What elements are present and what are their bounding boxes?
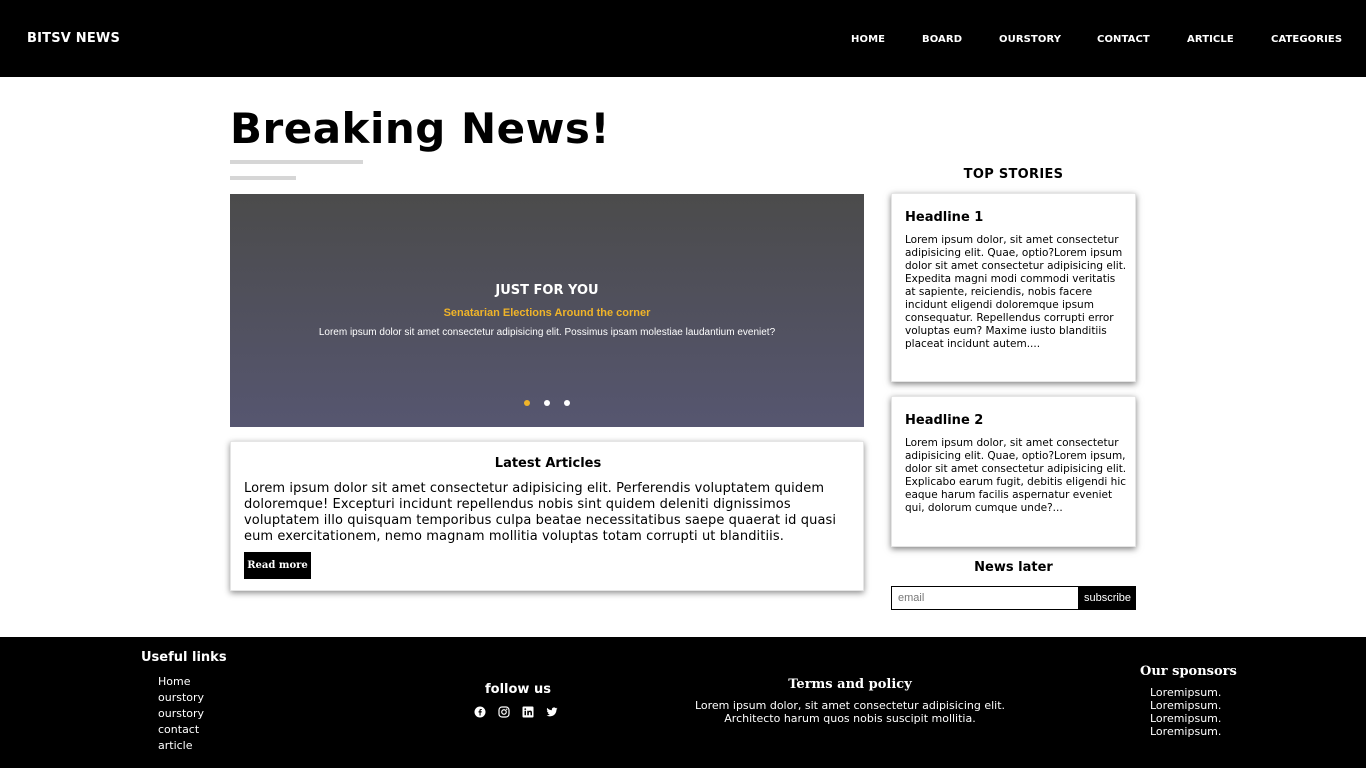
footer-link-ourstory-2[interactable]: ourstory: [158, 707, 204, 720]
carousel-text: Lorem ipsum dolor sit amet consectetur a…: [318, 327, 776, 338]
carousel-indicator-1[interactable]: [524, 400, 530, 406]
sponsor-item: Loremipsum.: [1150, 725, 1222, 738]
carousel-heading: JUST FOR YOU: [495, 283, 599, 298]
latest-articles-title: Latest Articles: [494, 456, 602, 471]
top-stories-title: TOP STORIES: [963, 167, 1064, 182]
sponsor-item: Loremipsum.: [1150, 699, 1222, 712]
useful-links-title: Useful links: [141, 650, 227, 665]
newsletter-title: News later: [974, 560, 1053, 575]
page-title: Breaking News!: [230, 104, 611, 153]
story-card[interactable]: Headline 1 Lorem ipsum dolor, sit amet c…: [891, 193, 1136, 382]
nav-link-home[interactable]: HOME: [851, 34, 885, 45]
nav-link-ourstory[interactable]: OURSTORY: [999, 34, 1061, 45]
linkedin-icon[interactable]: [522, 706, 534, 718]
title-underline-short: [230, 176, 296, 180]
footer-link-home[interactable]: Home: [158, 675, 190, 688]
carousel-subheading: Senatarian Elections Around the corner: [443, 307, 651, 319]
email-field[interactable]: [891, 586, 1079, 610]
sponsors-title: Our sponsors: [1140, 664, 1237, 679]
useful-links-list: Home ourstory ourstory contact article: [158, 674, 204, 754]
twitter-icon[interactable]: [546, 706, 558, 718]
instagram-icon[interactable]: [498, 706, 510, 718]
latest-articles-card: Latest Articles Lorem ipsum dolor sit am…: [230, 441, 864, 591]
nav-link-categories[interactable]: CATEGORIES: [1271, 34, 1342, 45]
facebook-icon[interactable]: [474, 706, 486, 718]
title-underline: [230, 160, 363, 164]
subscribe-button[interactable]: subscribe: [1079, 586, 1136, 610]
nav-link-contact[interactable]: CONTACT: [1097, 34, 1150, 45]
navbar: BITSV NEWS HOME BOARD OURSTORY CONTACT A…: [0, 0, 1366, 77]
footer: Useful links Home ourstory ourstory cont…: [0, 637, 1366, 768]
brand-logo[interactable]: BITSV NEWS: [27, 31, 120, 46]
story-text: Lorem ipsum dolor, sit amet consectetur …: [905, 234, 1127, 350]
nav-link-article[interactable]: ARTICLE: [1187, 34, 1234, 45]
terms-text: Lorem ipsum dolor, sit amet consectetur …: [694, 699, 1006, 725]
story-card[interactable]: Headline 2 Lorem ipsum dolor, sit amet c…: [891, 396, 1136, 547]
sponsors-list: Loremipsum. Loremipsum. Loremipsum. Lore…: [1150, 686, 1221, 738]
footer-link-article[interactable]: article: [158, 739, 193, 752]
latest-articles-body: Lorem ipsum dolor sit amet consectetur a…: [244, 481, 837, 544]
carousel-indicator-2[interactable]: [544, 400, 550, 406]
read-more-button[interactable]: Read more: [244, 552, 311, 579]
sponsor-item: Loremipsum.: [1150, 712, 1222, 725]
terms-title: Terms and policy: [788, 677, 912, 692]
sponsor-item: Loremipsum.: [1150, 686, 1222, 699]
nav-link-board[interactable]: BOARD: [922, 34, 962, 45]
footer-link-ourstory[interactable]: ourstory: [158, 691, 204, 704]
follow-us-title: follow us: [485, 682, 551, 697]
story-headline: Headline 1: [905, 210, 984, 225]
story-text: Lorem ipsum dolor, sit amet consectetur …: [905, 437, 1127, 514]
news-carousel[interactable]: JUST FOR YOU Senatarian Elections Around…: [230, 194, 864, 427]
story-headline: Headline 2: [905, 413, 984, 428]
carousel-indicator-3[interactable]: [564, 400, 570, 406]
footer-link-contact[interactable]: contact: [158, 723, 199, 736]
